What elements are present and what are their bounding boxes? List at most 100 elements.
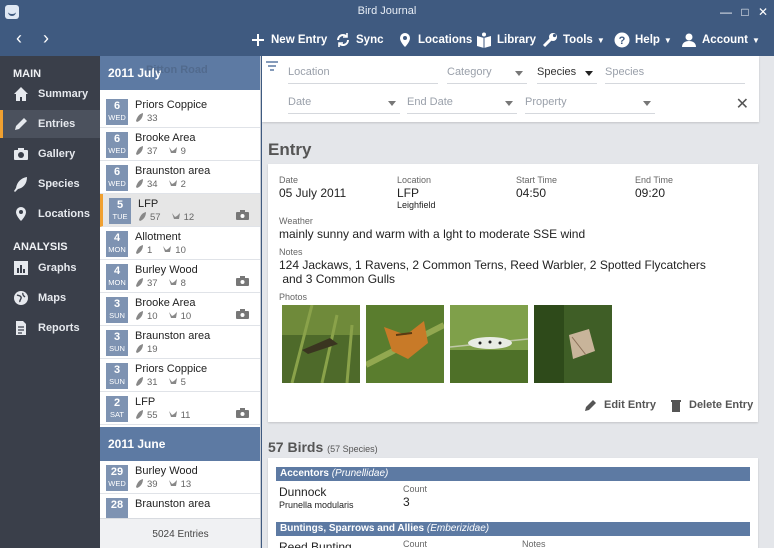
entry-row[interactable]: 4 MON Burley Wood 37 8: [100, 260, 260, 293]
location-filter[interactable]: Location: [288, 62, 438, 84]
locations-button[interactable]: Locations: [397, 31, 472, 49]
filter-panel: Location Category Species Species Date E…: [262, 56, 759, 122]
entries-count: 5024 Entries: [100, 518, 260, 548]
account-label: Account: [702, 34, 748, 46]
sidebar-item-reports[interactable]: Reports: [0, 314, 100, 342]
filter-icon[interactable]: [266, 60, 278, 71]
entry-row[interactable]: 6 WED Priors Coppice 33: [100, 95, 260, 128]
sidebar-item-maps[interactable]: Maps: [0, 284, 100, 312]
photo-thumbnail[interactable]: [282, 305, 360, 383]
bird-icon: [168, 279, 177, 285]
date-filter[interactable]: Date: [288, 92, 400, 114]
entry-stat-a: 39: [147, 479, 158, 490]
entry-stat-a: 55: [147, 410, 158, 421]
entry-stats: 34 2: [135, 179, 186, 190]
chart-icon: [13, 260, 29, 276]
entry-location-name: Priors Coppice: [135, 363, 208, 375]
entry-stat-a: 31: [147, 377, 158, 388]
entry-row[interactable]: 4 MON Allotment 1 10: [100, 227, 260, 260]
bird-name[interactable]: Reed Bunting: [279, 540, 352, 548]
date-badge: 29 WED: [106, 465, 128, 491]
sync-button[interactable]: Sync: [335, 31, 384, 49]
entry-stats: 57 12: [138, 212, 194, 223]
entry-stat-a: 33: [147, 113, 158, 124]
sidebar-item-label: Locations: [38, 208, 90, 220]
entry-stats: 55 11: [135, 410, 190, 421]
bird-name[interactable]: Dunnock: [279, 485, 326, 499]
sidebar-item-entries[interactable]: Entries: [0, 110, 100, 138]
end-date-filter[interactable]: End Date: [407, 92, 517, 114]
main-section-label: MAIN: [13, 68, 42, 80]
clear-filter-close-icon[interactable]: ✕: [736, 94, 749, 114]
entry-stat-b: 2: [180, 179, 186, 190]
property-filter[interactable]: Property: [525, 92, 655, 114]
help-menu[interactable]: ? Help ▼: [614, 31, 672, 49]
entry-row[interactable]: 3 SUN Braunston area 19: [100, 326, 260, 359]
location-label: Location: [397, 175, 432, 185]
category-filter[interactable]: Category: [447, 62, 527, 84]
weekday: WED: [108, 113, 126, 122]
forward-button[interactable]: ›: [36, 28, 56, 49]
sidebar-item-label: Entries: [38, 118, 76, 130]
entry-stat-b: 12: [183, 212, 195, 223]
entry-row[interactable]: 6 WED Braunston area 34 2: [100, 161, 260, 194]
species-filter[interactable]: Species: [605, 62, 745, 84]
help-icon: ?: [614, 32, 630, 48]
bird-icon: [168, 411, 177, 417]
minimize-button[interactable]: —: [717, 3, 735, 21]
tools-menu[interactable]: Tools ▼: [542, 31, 605, 49]
main-toolbar: ‹ › New Entry Sync Locations Library Too…: [0, 24, 774, 56]
feather-icon: [136, 344, 143, 353]
weekday: SUN: [109, 311, 125, 320]
entry-row[interactable]: 6 WED Brooke Area 37 9: [100, 128, 260, 161]
entry-stat-b: 13: [180, 479, 192, 490]
count-label: Count: [403, 484, 428, 494]
delete-entry-button[interactable]: Delete Entry: [669, 398, 753, 412]
maximize-button[interactable]: □: [736, 3, 754, 21]
bird-icon: [168, 480, 177, 486]
family-header: Buntings, Sparrows and Allies (Emberizid…: [276, 522, 750, 536]
day-number: 6: [113, 166, 121, 178]
entry-row[interactable]: 3 SUN Priors Coppice 31 5: [100, 359, 260, 392]
bird-icon: [168, 378, 177, 384]
photo-thumbnail[interactable]: [450, 305, 528, 383]
entry-stats: 37 8: [135, 278, 186, 289]
entry-stat-a: 37: [147, 278, 158, 289]
dropdown-arrow-icon: [388, 101, 396, 106]
edit-entry-button[interactable]: Edit Entry: [584, 398, 656, 412]
entry-location-name: Braunston area: [135, 498, 211, 510]
sidebar-item-graphs[interactable]: Graphs: [0, 254, 100, 282]
entry-stat-b: 10: [180, 311, 192, 322]
date-badge: 3 SUN: [106, 363, 128, 389]
help-label: Help: [635, 34, 660, 46]
birds-card: Accentors (Prunellidae) Dunnock Prunella…: [268, 458, 758, 548]
photo-thumbnail[interactable]: [366, 305, 444, 383]
start-time-label: Start Time: [516, 175, 558, 185]
weekday: SAT: [109, 410, 125, 419]
start-time-value: 04:50: [516, 186, 547, 200]
entry-row[interactable]: 3 SUN Brooke Area 10 10: [100, 293, 260, 326]
new-entry-button[interactable]: New Entry: [250, 31, 327, 49]
sidebar-item-gallery[interactable]: Gallery: [0, 140, 100, 168]
sidebar-item-locations[interactable]: Locations: [0, 200, 100, 228]
feather-icon: [136, 377, 143, 386]
main-panel: Location Category Species Species Date E…: [262, 56, 774, 548]
day-number: 29: [110, 466, 124, 478]
photo-thumbnail[interactable]: [534, 305, 612, 383]
library-button[interactable]: Library: [476, 31, 536, 49]
entry-row[interactable]: 2 SAT LFP 55 11: [100, 392, 260, 425]
date-badge: 2 SAT: [106, 396, 128, 422]
weekday: SUN: [109, 377, 125, 386]
sidebar-item-label: Gallery: [38, 148, 76, 160]
entry-stat-b: 10: [175, 245, 186, 256]
close-button[interactable]: ✕: [754, 3, 772, 21]
sidebar-item-summary[interactable]: Summary: [0, 80, 100, 108]
entry-row[interactable]: 5 TUE LFP 57 12: [100, 194, 260, 227]
back-button[interactable]: ‹: [9, 28, 29, 49]
species-mode-select[interactable]: Species: [537, 62, 597, 84]
entry-row[interactable]: 29 WED Burley Wood 39 13: [100, 461, 260, 494]
wrench-icon: [542, 32, 558, 48]
sidebar-item-species[interactable]: Species: [0, 170, 100, 198]
account-menu[interactable]: Account ▼: [681, 31, 760, 49]
day-number: 3: [113, 364, 121, 376]
